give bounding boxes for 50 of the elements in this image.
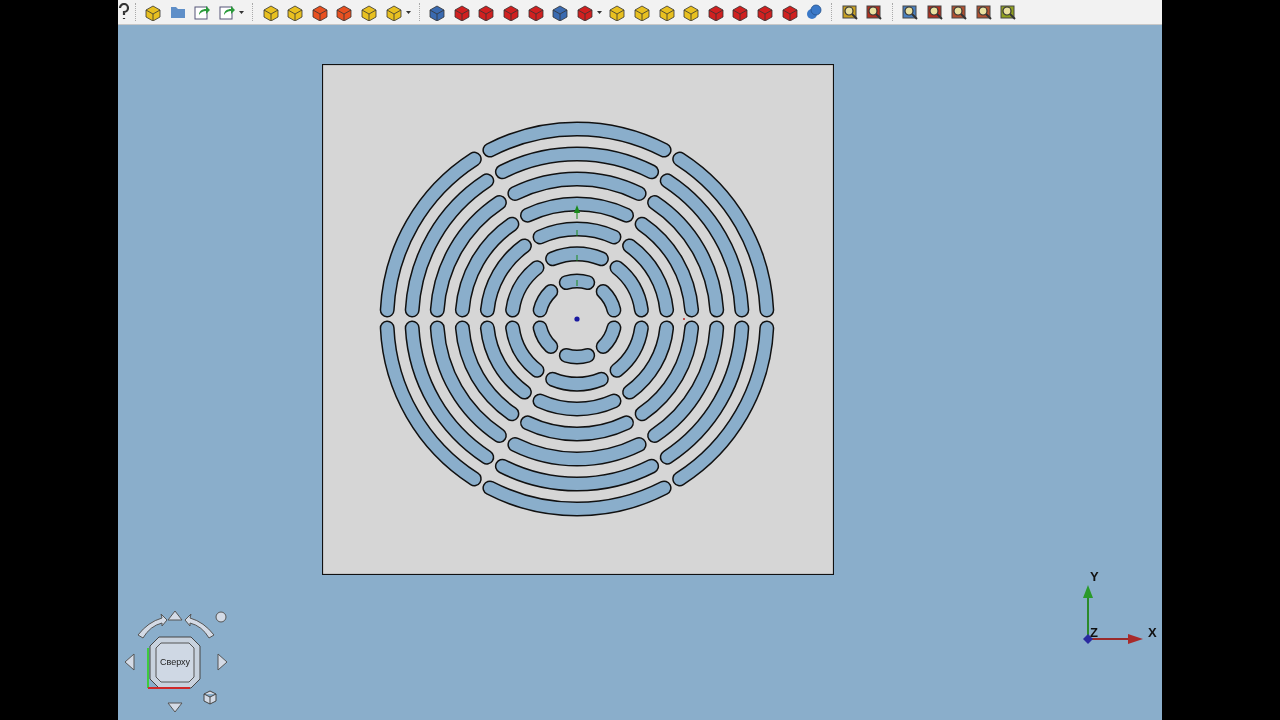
share-arrow-icon[interactable] <box>218 3 237 21</box>
up-arrow-icon[interactable] <box>167 610 183 621</box>
magnifier-icon[interactable] <box>950 3 969 21</box>
magnifier-icon[interactable] <box>840 3 859 21</box>
axis-label: X <box>1148 625 1157 640</box>
help-icon[interactable] <box>119 3 129 21</box>
cube-icon[interactable] <box>310 3 329 21</box>
axis-label: Z <box>1090 625 1098 640</box>
cube-icon[interactable] <box>633 3 651 21</box>
magnifier-icon[interactable] <box>865 3 884 21</box>
cube-icon[interactable] <box>360 3 379 21</box>
magnifier-icon[interactable] <box>974 3 993 21</box>
3d-viewport[interactable]: Сверху Y Z X <box>118 25 1162 720</box>
sphere-icon[interactable] <box>805 3 824 21</box>
view-cube-face[interactable]: Сверху <box>147 636 201 689</box>
down-arrow-icon[interactable] <box>167 702 183 713</box>
cube-icon[interactable] <box>428 3 447 21</box>
cube-icon[interactable] <box>706 3 725 21</box>
cube-icon[interactable] <box>477 3 496 21</box>
caret-icon[interactable] <box>597 10 603 14</box>
cube-icon[interactable] <box>261 3 280 21</box>
cube-icon[interactable] <box>682 3 701 21</box>
cube-icon[interactable] <box>755 3 774 21</box>
cube-icon[interactable] <box>203 690 217 705</box>
cube-icon[interactable] <box>780 3 799 21</box>
cube-icon[interactable] <box>608 3 627 21</box>
cube-icon[interactable] <box>657 3 676 21</box>
magnifier-icon[interactable] <box>999 3 1018 21</box>
axis-triad-drawing <box>1083 585 1143 644</box>
cube-icon[interactable] <box>384 3 403 21</box>
caret-icon[interactable] <box>405 10 411 14</box>
magnifier-icon[interactable] <box>900 3 919 21</box>
cube-icon[interactable] <box>575 3 594 21</box>
cube-icon[interactable] <box>286 3 305 21</box>
cube-icon[interactable] <box>731 3 750 21</box>
cube-icon[interactable] <box>551 3 570 21</box>
share-arrow-icon[interactable] <box>193 3 212 21</box>
left-arrow-icon[interactable] <box>124 653 135 671</box>
caret-icon[interactable] <box>239 10 245 14</box>
rotate-left-arrow-icon[interactable] <box>137 613 168 639</box>
magnifier-icon[interactable] <box>925 3 944 21</box>
right-arrow-icon[interactable] <box>217 653 228 671</box>
cube-icon[interactable] <box>502 3 520 21</box>
cube-icon[interactable] <box>526 3 545 21</box>
cube-icon[interactable] <box>144 3 163 21</box>
menu-circle-icon[interactable] <box>215 611 227 623</box>
axis-label: Y <box>1090 569 1099 584</box>
rotate-right-arrow-icon[interactable] <box>184 613 215 639</box>
cube-icon[interactable] <box>335 3 354 21</box>
cube-icon[interactable] <box>452 3 471 21</box>
